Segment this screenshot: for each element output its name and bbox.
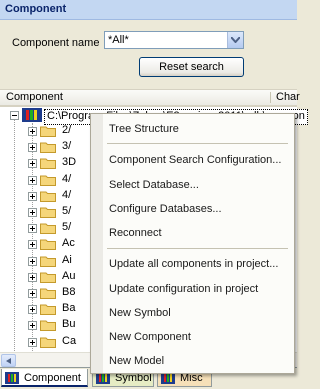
menu-item-component-search-configuration[interactable]: Component Search Configuration... <box>109 154 281 166</box>
expand-icon[interactable] <box>28 159 37 168</box>
component-name-combobox[interactable]: *All* <box>104 31 244 49</box>
tree-folder-label: B8 <box>62 286 76 298</box>
folder-icon <box>40 320 56 331</box>
menu-item-update-configuration[interactable]: Update configuration in project <box>109 283 258 295</box>
tree-folder-label: 4/ <box>62 173 72 185</box>
expand-icon[interactable] <box>28 321 37 330</box>
tree-folder-label: Ca <box>62 335 77 347</box>
menu-separator <box>107 248 288 249</box>
expand-icon[interactable] <box>28 240 37 249</box>
tree-folder-label: Ac <box>62 237 75 249</box>
folder-icon <box>40 223 56 234</box>
tree-folder-label: 5/ <box>62 205 72 217</box>
expand-icon[interactable] <box>28 273 37 282</box>
component-name-label: Component name <box>12 37 100 49</box>
expand-icon[interactable] <box>28 338 37 347</box>
collapse-icon[interactable] <box>10 111 19 120</box>
database-icon <box>22 108 42 122</box>
component-name-value: *All* <box>108 34 129 46</box>
menu-item-select-database[interactable]: Select Database... <box>109 179 199 191</box>
folder-icon <box>40 288 56 299</box>
expand-icon[interactable] <box>28 305 37 314</box>
tab-component[interactable]: Component <box>1 369 88 387</box>
panel-title-bar: Component <box>0 0 297 20</box>
tree-folder-label: Bu <box>62 318 76 330</box>
column-header: Component Char <box>0 89 300 107</box>
menu-item-configure-databases[interactable]: Configure Databases... <box>109 203 222 215</box>
tree-folder-label: 5/ <box>62 221 72 233</box>
menu-item-reconnect[interactable]: Reconnect <box>109 227 162 239</box>
menu-separator <box>107 143 288 144</box>
folder-icon <box>40 239 56 250</box>
tree-folder-label: 3D <box>62 156 77 168</box>
expand-icon[interactable] <box>28 127 37 136</box>
menu-item-new-component[interactable]: New Component <box>109 331 191 343</box>
column-header-component[interactable]: Component <box>6 91 63 103</box>
folder-icon <box>40 304 56 315</box>
menu-item-new-symbol[interactable]: New Symbol <box>109 307 171 319</box>
folder-icon <box>40 191 56 202</box>
folder-icon <box>40 126 56 137</box>
expand-icon[interactable] <box>28 289 37 298</box>
column-header-char[interactable]: Char <box>276 91 300 103</box>
tree-folder-label: 3/ <box>62 140 72 152</box>
scroll-left-icon[interactable] <box>1 354 16 367</box>
chevron-down-icon <box>231 37 240 43</box>
component-tab-icon <box>5 372 19 384</box>
folder-icon <box>40 337 56 348</box>
expand-icon[interactable] <box>28 208 37 217</box>
expand-icon[interactable] <box>28 143 37 152</box>
folder-icon <box>40 272 56 283</box>
folder-icon <box>40 175 56 186</box>
folder-icon <box>40 142 56 153</box>
folder-icon <box>40 158 56 169</box>
expand-icon[interactable] <box>28 257 37 266</box>
folder-icon <box>40 256 56 267</box>
tree-folder-label: 4/ <box>62 189 72 201</box>
expand-icon[interactable] <box>28 224 37 233</box>
tree-folder-label: Ai <box>62 254 72 266</box>
reset-search-button[interactable]: Reset search <box>139 57 244 77</box>
folder-icon <box>40 207 56 218</box>
menu-item-update-all-components[interactable]: Update all components in project... <box>109 258 278 270</box>
column-divider[interactable] <box>270 92 271 103</box>
expand-icon[interactable] <box>28 176 37 185</box>
panel-title: Component <box>5 3 67 15</box>
menu-item-tree-structure[interactable]: Tree Structure <box>109 123 179 135</box>
menu-gutter <box>91 114 103 373</box>
context-menu: Tree Structure Component Search Configur… <box>90 113 295 374</box>
combobox-dropdown-button[interactable] <box>227 32 243 48</box>
tree-folder-label: 2/ <box>62 124 72 136</box>
menu-item-new-model[interactable]: New Model <box>109 355 164 367</box>
tab-component-label: Component <box>24 372 81 384</box>
tree-folder-label: Ba <box>62 302 76 314</box>
tree-folder-label: Au <box>62 270 76 282</box>
expand-icon[interactable] <box>28 192 37 201</box>
